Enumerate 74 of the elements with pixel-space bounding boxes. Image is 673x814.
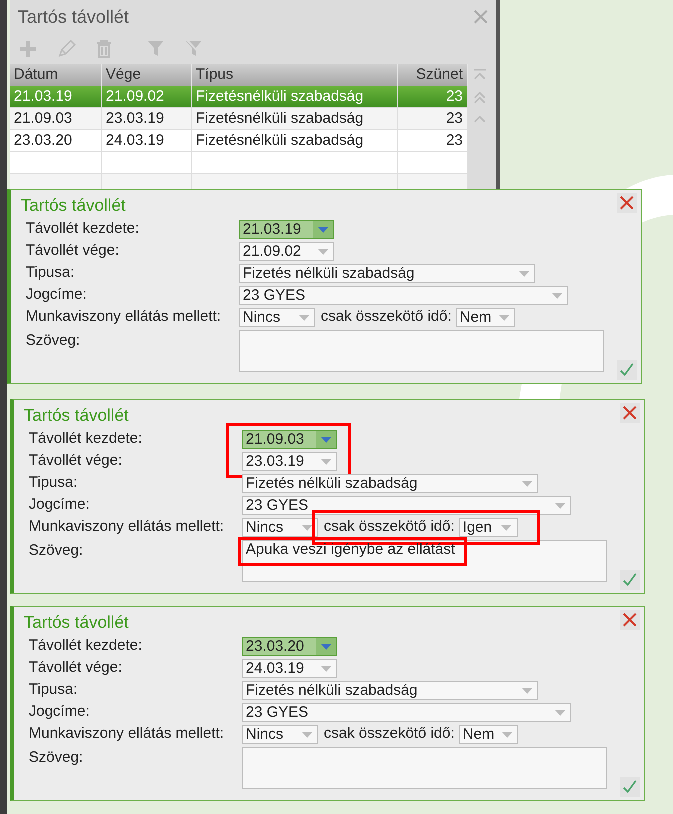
panel-title: Tartós távollét bbox=[18, 6, 130, 28]
dropdown-arrow-icon[interactable] bbox=[522, 688, 532, 694]
table-row[interactable]: 23.03.20 24.03.19 Fizetésnélküli szabadság 23 bbox=[10, 130, 468, 152]
text-area[interactable] bbox=[239, 330, 604, 372]
form-title: Tartós távollét bbox=[21, 195, 126, 217]
scroll-top-icon[interactable] bbox=[472, 68, 488, 82]
field-label: Tipusa: bbox=[26, 263, 76, 284]
close-icon[interactable] bbox=[617, 193, 637, 213]
dropdown-arrow-icon[interactable] bbox=[501, 524, 512, 530]
field-label: Szöveg: bbox=[26, 331, 82, 351]
employment-dropdown[interactable]: Nincs bbox=[242, 518, 318, 537]
field-text: Apuka veszi igénybe az ellátást bbox=[246, 541, 456, 558]
close-icon[interactable] bbox=[474, 10, 488, 24]
page-up-icon[interactable] bbox=[472, 90, 488, 104]
employment-dropdown[interactable]: Nincs bbox=[239, 308, 315, 327]
link-time-dropdown[interactable]: Nem bbox=[458, 725, 518, 744]
field-label: Szöveg: bbox=[29, 748, 84, 768]
dropdown-arrow-icon[interactable] bbox=[298, 314, 310, 320]
form-title: Tartós távollét bbox=[24, 612, 129, 634]
field-label: Szöveg: bbox=[29, 541, 84, 561]
dropdown-arrow-icon[interactable] bbox=[554, 710, 566, 716]
field-label: csak összekötő idő: bbox=[324, 724, 455, 744]
dropdown-arrow-icon[interactable] bbox=[320, 458, 332, 464]
type-dropdown[interactable]: Fizetés nélküli szabadság bbox=[239, 264, 535, 283]
date-dropdown[interactable]: 23.03.20 bbox=[242, 637, 337, 656]
field-label: Munkaviszony ellátás mellett: bbox=[29, 724, 226, 744]
date-dropdown[interactable]: 21.09.02 bbox=[239, 242, 334, 261]
dropdown-arrow-icon[interactable] bbox=[552, 292, 562, 298]
type-dropdown[interactable]: Fizetés nélküli szabadság bbox=[242, 474, 538, 493]
field-label: Távollét vége: bbox=[29, 451, 124, 472]
field-label: Tipusa: bbox=[29, 680, 79, 700]
date-dropdown[interactable]: 21.03.19 bbox=[239, 220, 334, 239]
checkmark-icon[interactable] bbox=[617, 360, 637, 380]
field-label: csak összekötő idő: bbox=[324, 517, 455, 538]
dropdown-arrow-icon[interactable] bbox=[318, 248, 328, 254]
field-label: Távollét kezdete: bbox=[29, 429, 144, 450]
field-label: csak összekötő idő: bbox=[321, 307, 452, 328]
dropdown-arrow-icon[interactable] bbox=[318, 226, 328, 232]
dropdown-arrow-icon[interactable] bbox=[302, 524, 312, 530]
dropdown-arrow-icon[interactable] bbox=[554, 502, 566, 508]
field-label: Jogcíme: bbox=[26, 285, 88, 306]
field-label: Távollét vége: bbox=[26, 241, 120, 262]
dropdown-arrow-icon[interactable] bbox=[518, 270, 530, 276]
close-icon[interactable] bbox=[620, 610, 640, 630]
legal-title-dropdown[interactable]: 23 GYES bbox=[242, 703, 571, 722]
field-label: Távollét vége: bbox=[29, 658, 124, 678]
checkmark-icon[interactable] bbox=[620, 570, 640, 590]
dropdown-arrow-icon[interactable] bbox=[522, 480, 532, 486]
dropdown-arrow-icon[interactable] bbox=[320, 666, 332, 672]
field-label: Távollét kezdete: bbox=[26, 219, 140, 240]
text-area[interactable] bbox=[242, 747, 607, 789]
form-title: Tartós távollét bbox=[24, 405, 129, 427]
date-dropdown[interactable]: 21.09.03 bbox=[242, 430, 337, 449]
employment-dropdown[interactable]: Nincs bbox=[242, 725, 318, 744]
type-dropdown[interactable]: Fizetés nélküli szabadság bbox=[242, 681, 538, 700]
link-time-dropdown[interactable]: Nem bbox=[456, 308, 515, 327]
dropdown-arrow-icon[interactable] bbox=[502, 732, 513, 738]
dropdown-arrow-icon[interactable] bbox=[302, 732, 312, 738]
field-label: Tipusa: bbox=[29, 473, 79, 494]
dropdown-arrow-icon[interactable] bbox=[320, 644, 332, 650]
table-row[interactable]: 21.09.03 23.03.19 Fizetésnélküli szabadság 23 bbox=[10, 108, 468, 130]
field-label: Jogcíme: bbox=[29, 702, 91, 722]
checkmark-icon[interactable] bbox=[620, 777, 640, 797]
field-label: Munkaviszony ellátás mellett: bbox=[26, 307, 222, 328]
link-time-dropdown[interactable]: Igen bbox=[458, 518, 518, 537]
field-label: Munkaviszony ellátás mellett: bbox=[29, 517, 226, 538]
close-icon[interactable] bbox=[620, 403, 640, 423]
date-dropdown[interactable]: 24.03.19 bbox=[242, 659, 337, 678]
date-dropdown[interactable]: 23.03.19 bbox=[242, 452, 337, 471]
legal-title-dropdown[interactable]: 23 GYES bbox=[239, 286, 568, 305]
dropdown-arrow-icon[interactable] bbox=[498, 314, 510, 320]
field-label: Jogcíme: bbox=[29, 495, 91, 516]
dropdown-arrow-icon[interactable] bbox=[320, 436, 332, 442]
field-label: Távollét kezdete: bbox=[29, 636, 144, 656]
